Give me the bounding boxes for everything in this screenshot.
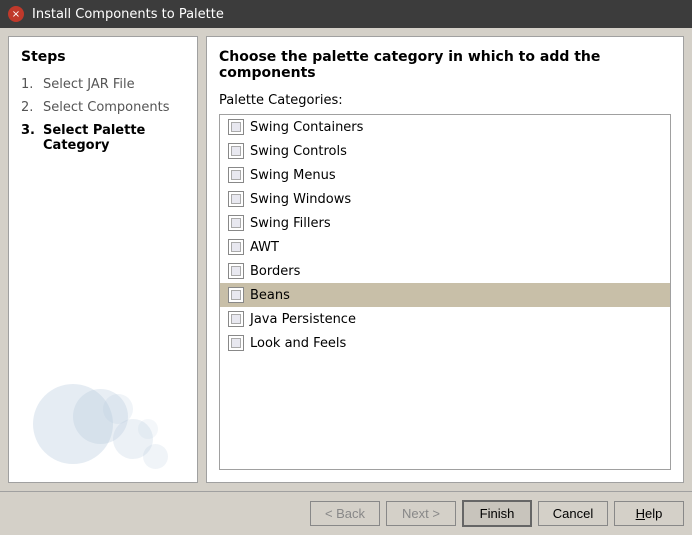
palette-item-icon [228,143,244,159]
right-panel: Choose the palette category in which to … [206,36,684,483]
palette-item-icon [228,167,244,183]
back-button[interactable]: < Back [310,501,380,526]
palette-item-label: AWT [250,240,279,255]
palette-item-icon [228,335,244,351]
palette-item[interactable]: Swing Containers [220,115,670,139]
steps-heading: Steps [21,49,185,65]
palette-item[interactable]: Swing Controls [220,139,670,163]
step-1: 1. Select JAR File [21,77,185,92]
palette-item[interactable]: AWT [220,235,670,259]
palette-item-icon [228,119,244,135]
palette-item[interactable]: Swing Fillers [220,211,670,235]
palette-item-icon-inner [231,266,241,276]
palette-item-icon-inner [231,242,241,252]
watermark [9,362,197,482]
palette-item-icon [228,191,244,207]
palette-item-icon [228,311,244,327]
step-3-num: 3. [21,123,39,138]
help-label-rest: elp [645,506,662,521]
palette-item-icon [228,215,244,231]
step-2-label: Select Components [43,100,169,115]
palette-item-label: Java Persistence [250,312,356,327]
palette-item-label: Swing Fillers [250,216,331,231]
main-content: Steps 1. Select JAR File 2. Select Compo… [0,28,692,491]
titlebar-title: Install Components to Palette [32,7,224,22]
watermark-circles [23,374,183,474]
help-button[interactable]: Help [614,501,684,526]
palette-item-icon [228,263,244,279]
palette-item-icon [228,239,244,255]
step-2: 2. Select Components [21,100,185,115]
palette-item[interactable]: Look and Feels [220,331,670,355]
step-1-num: 1. [21,77,39,92]
palette-item[interactable]: Swing Windows [220,187,670,211]
steps-panel: Steps 1. Select JAR File 2. Select Compo… [8,36,198,483]
button-bar: < Back Next > Finish Cancel Help [0,491,692,535]
palette-item-icon-inner [231,194,241,204]
cancel-button[interactable]: Cancel [538,501,608,526]
palette-item-icon-inner [231,290,241,300]
palette-item-label: Look and Feels [250,336,346,351]
next-button: Next > [386,501,456,526]
palette-item-icon-inner [231,218,241,228]
finish-button[interactable]: Finish [462,500,532,527]
right-heading: Choose the palette category in which to … [219,49,671,81]
palette-item-icon-inner [231,170,241,180]
palette-list[interactable]: Swing Containers Swing Controls Swing Menu… [219,114,671,470]
palette-item-label: Swing Containers [250,120,363,135]
palette-item[interactable]: Borders [220,259,670,283]
step-1-label: Select JAR File [43,77,135,92]
palette-item-label: Swing Menus [250,168,336,183]
palette-item-icon-inner [231,314,241,324]
palette-item-label: Swing Windows [250,192,351,207]
palette-categories-label: Palette Categories: [219,93,671,108]
palette-item[interactable]: Java Persistence [220,307,670,331]
close-icon: × [12,9,20,20]
step-2-num: 2. [21,100,39,115]
palette-item-label: Borders [250,264,300,279]
step-3: 3. Select PaletteCategory [21,123,185,153]
step-3-label: Select PaletteCategory [43,123,145,153]
palette-item[interactable]: Beans [220,283,670,307]
palette-item-icon-inner [231,146,241,156]
steps-list: 1. Select JAR File 2. Select Components … [21,77,185,153]
palette-item-label: Swing Controls [250,144,347,159]
help-underline: H [636,506,645,521]
palette-item-icon [228,287,244,303]
palette-item-label: Beans [250,288,290,303]
palette-item-icon-inner [231,338,241,348]
close-button[interactable]: × [8,6,24,22]
titlebar: × Install Components to Palette [0,0,692,28]
palette-item-icon-inner [231,122,241,132]
palette-item[interactable]: Swing Menus [220,163,670,187]
